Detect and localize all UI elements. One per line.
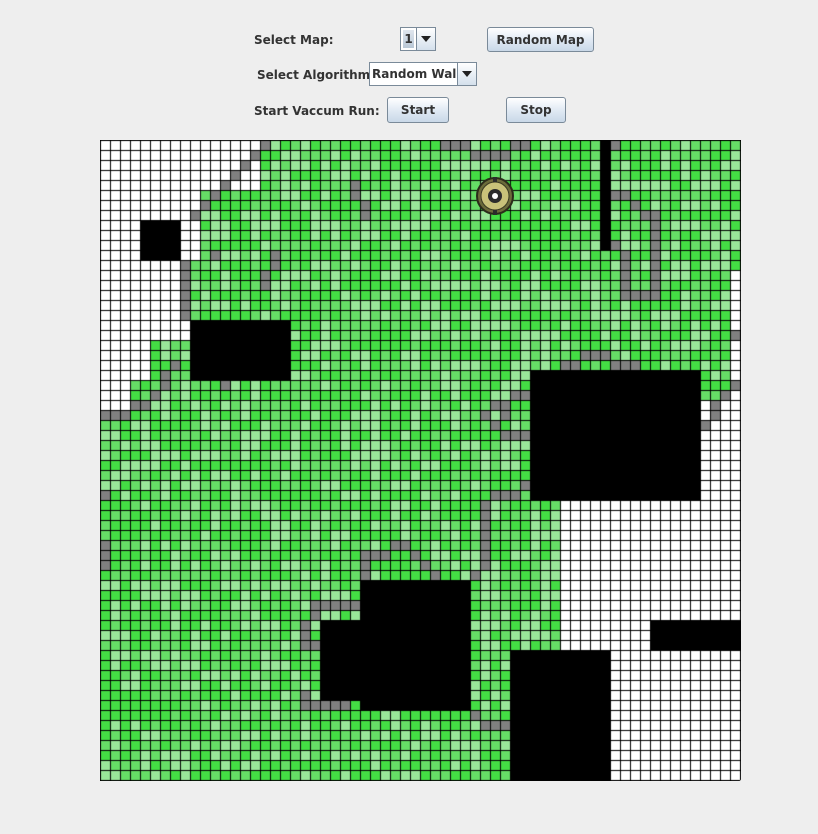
grid-canvas[interactable] — [100, 140, 741, 781]
algorithm-select-value: Random Walk — [372, 67, 457, 81]
random-map-button[interactable]: Random Map — [487, 27, 594, 52]
map-select[interactable]: 1 — [400, 27, 436, 51]
map-select-value: 1 — [403, 30, 414, 48]
start-run-label: Start Vaccum Run: — [254, 104, 380, 118]
chevron-down-icon[interactable] — [416, 28, 435, 50]
start-button[interactable]: Start — [387, 97, 449, 123]
algorithm-select[interactable]: Random Walk — [369, 62, 477, 86]
chevron-down-icon[interactable] — [457, 63, 476, 85]
stop-button[interactable]: Stop — [506, 97, 566, 123]
select-algorithm-label: Select Algorithm: — [257, 68, 375, 82]
select-map-label: Select Map: — [254, 33, 334, 47]
vacuum-grid-map[interactable] — [100, 140, 741, 781]
